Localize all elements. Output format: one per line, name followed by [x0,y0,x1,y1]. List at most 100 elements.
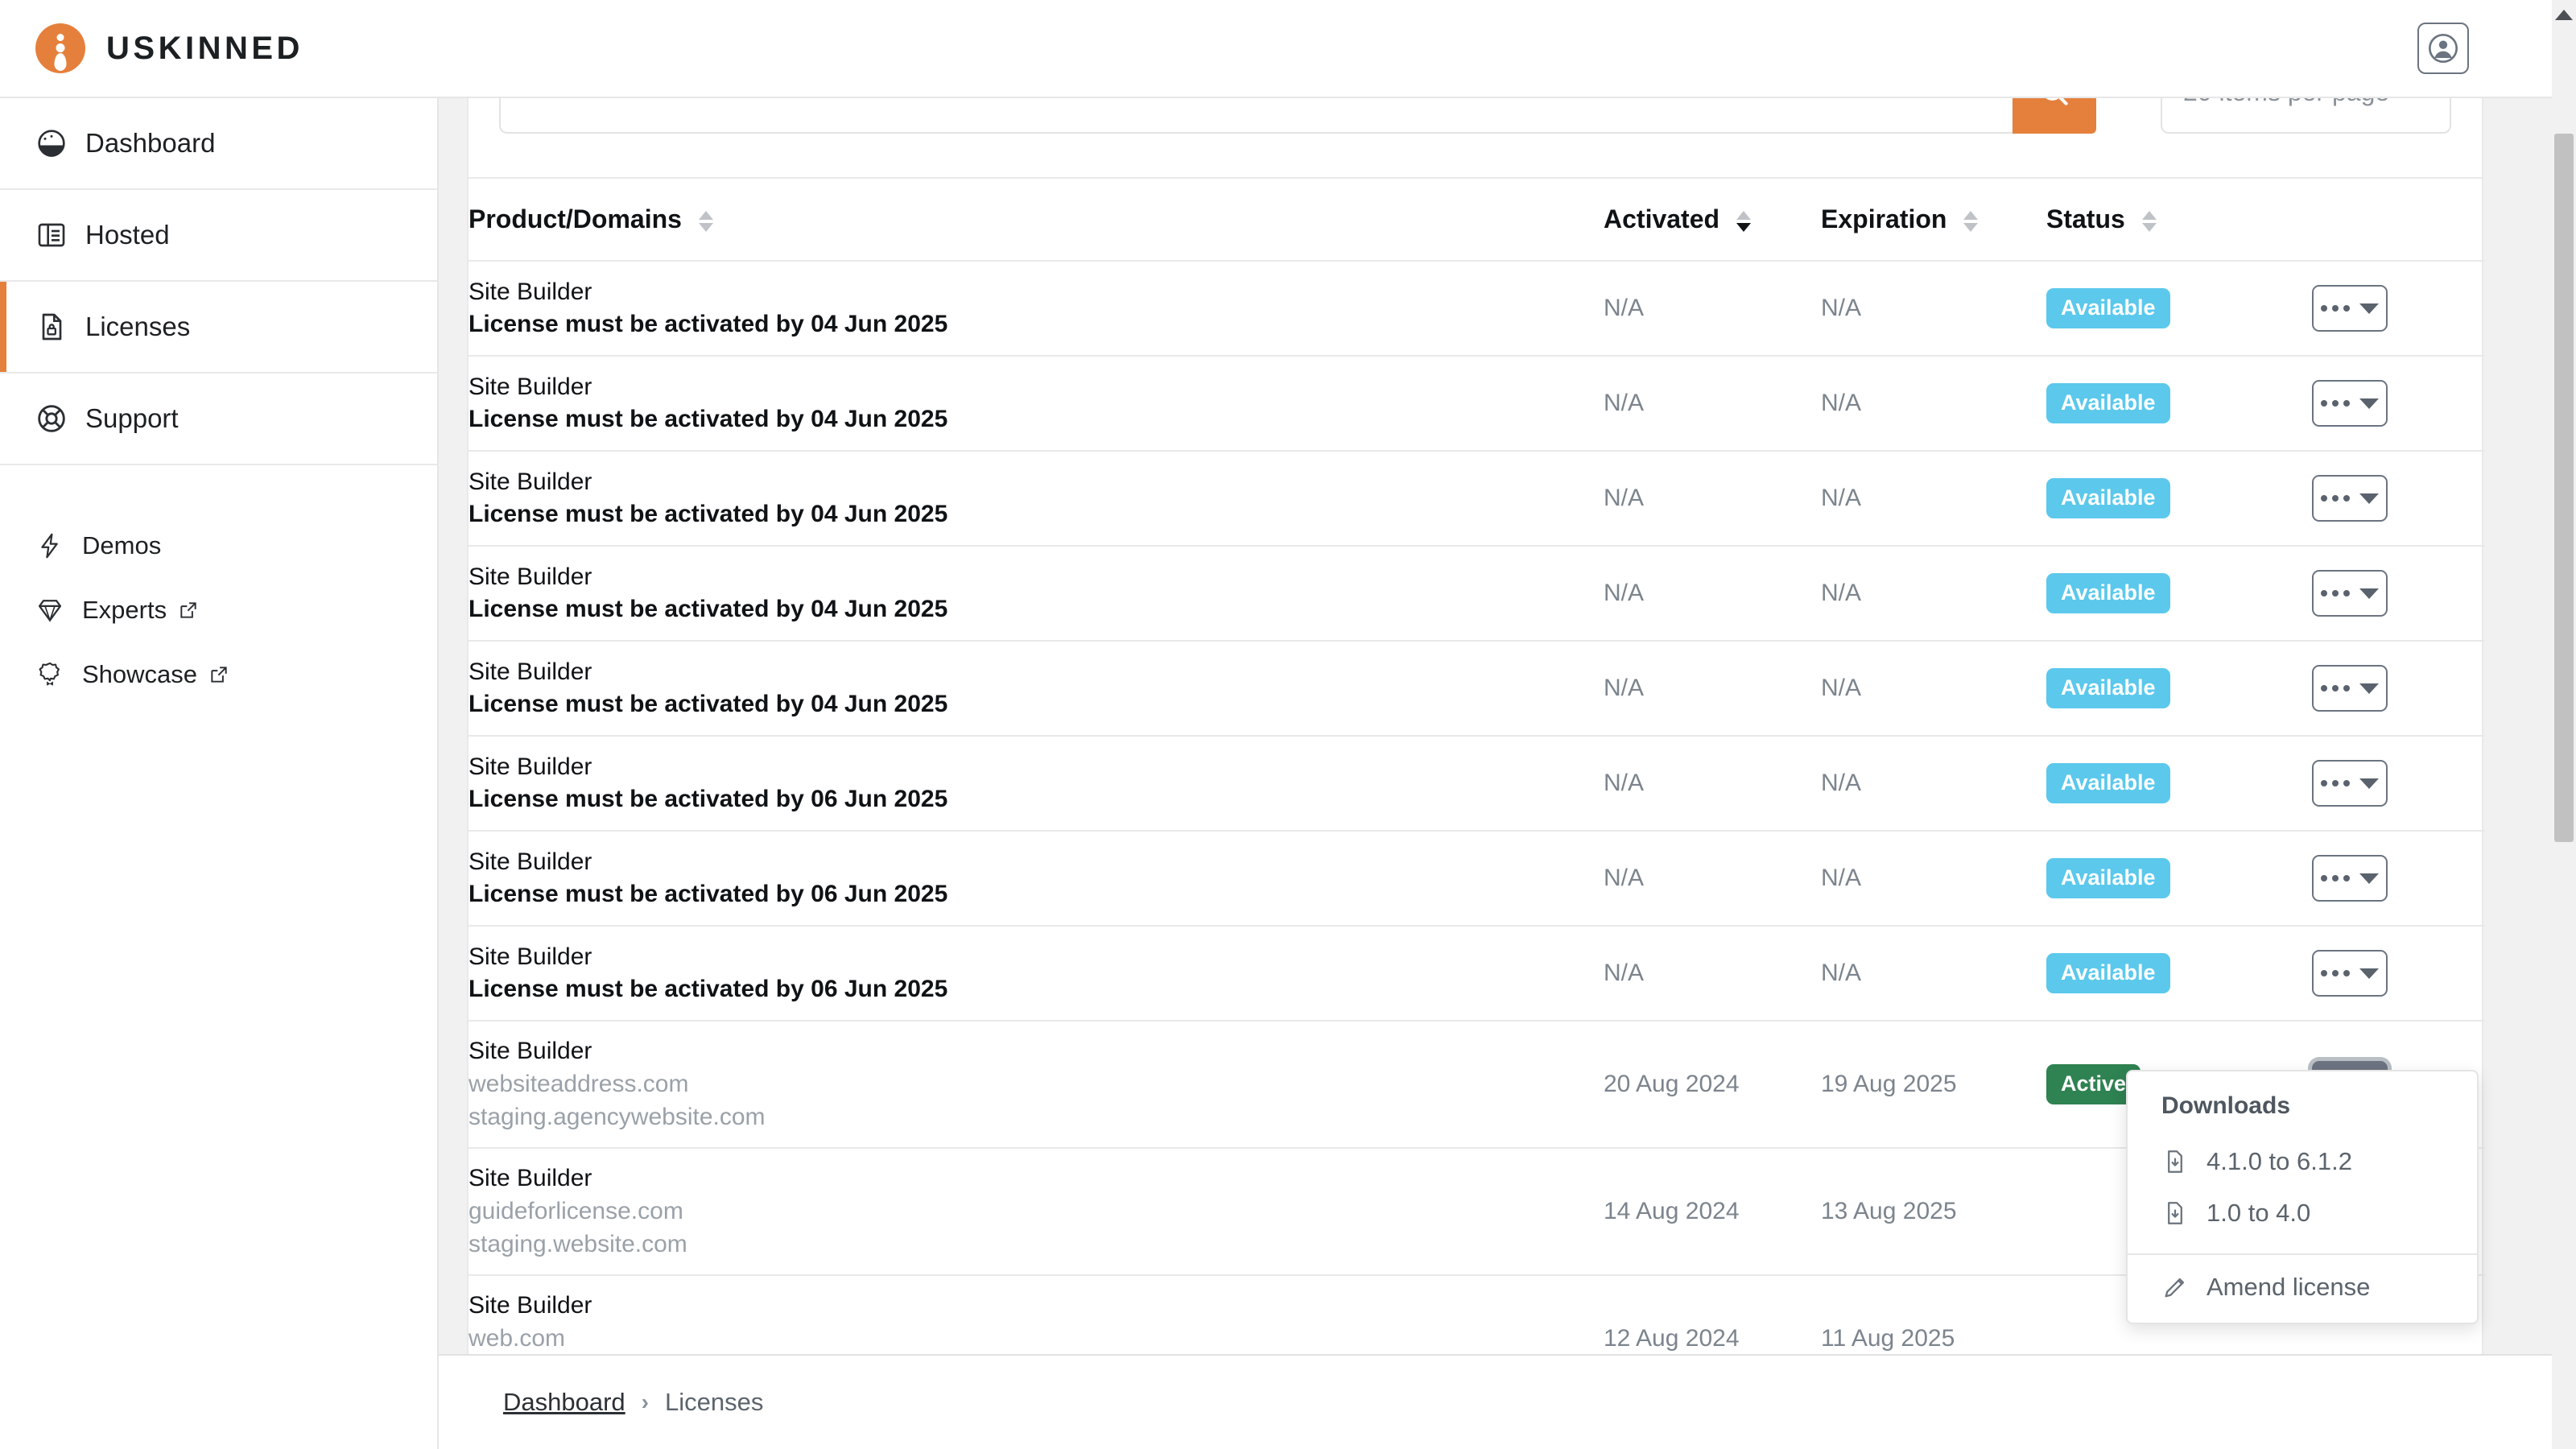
chevron-down-icon [2359,398,2379,409]
breadcrumb-separator-icon: › [642,1389,649,1415]
table-header-row: Product/Domains Activated Expiration Sta… [469,179,2485,261]
table-row[interactable]: Site Builder websiteaddress.com staging.… [469,1021,2485,1148]
sidebar-item-label: Support [85,403,179,434]
product-name: Site Builder [469,656,1604,688]
cell-activated: N/A [1604,451,1821,546]
cell-product: Site Builder License must be activated b… [469,641,1604,736]
sort-arrows-icon[interactable] [699,211,713,232]
cell-product: Site Builder License must be activated b… [469,831,1604,926]
brand-logo[interactable]: USKINNED [35,23,303,73]
sidebar-item-label: Hosted [85,220,170,250]
cell-actions [2312,736,2485,831]
speedometer-icon [35,127,68,159]
document-lock-icon [35,311,68,343]
status-badge: Available [2046,573,2170,613]
lightning-bolt-icon [35,531,64,560]
row-actions-button[interactable] [2312,285,2388,332]
status-badge: Available [2046,953,2170,993]
cell-status: Available [2046,451,2312,546]
page-scrollbar[interactable] [2552,0,2576,1449]
sidebar-item-dashboard[interactable]: Dashboard [0,98,437,190]
sidebar-item-experts[interactable]: Experts [0,578,437,642]
cell-activated: N/A [1604,356,1821,451]
sidebar-secondary-nav: Demos Experts Showcase [0,465,437,707]
external-link-icon [178,600,199,621]
menu-item-label: 4.1.0 to 6.1.2 [2207,1147,2352,1176]
column-label: Status [2046,204,2125,233]
cell-activated: 20 Aug 2024 [1604,1021,1821,1148]
row-actions-button[interactable] [2312,760,2388,807]
cell-product: Site Builder License must be activated b… [469,451,1604,546]
row-actions-button[interactable] [2312,950,2388,997]
row-actions-button[interactable] [2312,475,2388,522]
cell-product: Site Builder License must be activated b… [469,261,1604,356]
row-actions-button[interactable] [2312,380,2388,427]
activation-note: License must be activated by 04 Jun 2025 [469,403,1604,436]
column-header-product-domains[interactable]: Product/Domains [469,179,1604,261]
table-row[interactable]: Site Builder License must be activated b… [469,926,2485,1021]
domain-name: staging.agencywebsite.com [469,1100,1604,1133]
row-actions-button[interactable] [2312,665,2388,712]
scrollbar-thumb[interactable] [2554,134,2574,842]
sort-arrows-icon[interactable] [1736,211,1751,232]
table-row[interactable]: Site Builder License must be activated b… [469,736,2485,831]
file-download-icon [2161,1148,2189,1175]
product-name: Site Builder [469,846,1604,878]
sort-arrows-icon[interactable] [2142,211,2157,232]
chevron-down-icon [2359,873,2379,884]
sidebar-item-hosted[interactable]: Hosted [0,190,437,282]
column-label: Product/Domains [469,204,682,233]
cell-activated: N/A [1604,546,1821,641]
menu-item-label: 1.0 to 4.0 [2207,1199,2310,1228]
sidebar-item-showcase[interactable]: Showcase [0,642,437,707]
table-row[interactable]: Site Builder License must be activated b… [469,451,2485,546]
cell-product: Site Builder guideforlicense.com staging… [469,1148,1604,1275]
sidebar-item-label: Licenses [85,312,190,342]
file-download-icon [2161,1199,2189,1227]
sort-arrows-icon[interactable] [1963,211,1978,232]
activation-note: License must be activated by 04 Jun 2025 [469,593,1604,625]
menu-item-download-1-0-to-4-0[interactable]: 1.0 to 4.0 [2128,1187,2477,1239]
column-header-expiration[interactable]: Expiration [1821,179,2046,261]
cell-status: Available [2046,261,2312,356]
activation-note: License must be activated by 04 Jun 2025 [469,308,1604,341]
licenses-card: 20 items per page Product/Domains Activa… [467,98,2483,1405]
cell-expiration: N/A [1821,736,2046,831]
diamond-icon [35,596,64,625]
sidebar-item-support[interactable]: Support [0,374,437,465]
menu-item-download-4-1-0-to-6-1-2[interactable]: 4.1.0 to 6.1.2 [2128,1136,2477,1187]
product-name: Site Builder [469,1035,1604,1067]
sidebar-item-licenses[interactable]: Licenses [0,282,437,374]
table-row[interactable]: Site Builder License must be activated b… [469,261,2485,356]
status-badge: Available [2046,668,2170,708]
row-actions-button[interactable] [2312,570,2388,617]
ellipsis-icon [2321,590,2350,597]
cell-activated: N/A [1604,261,1821,356]
brand-name: USKINNED [106,31,303,67]
breadcrumb-link-dashboard[interactable]: Dashboard [503,1388,625,1417]
sidebar-item-label: Dashboard [85,128,215,159]
chevron-down-icon [2359,683,2379,694]
sidebar-item-demos[interactable]: Demos [0,514,437,578]
cell-expiration: 13 Aug 2025 [1821,1148,2046,1275]
column-header-activated[interactable]: Activated [1604,179,1821,261]
table-row[interactable]: Site Builder License must be activated b… [469,546,2485,641]
domain-name: guideforlicense.com [469,1195,1604,1228]
table-row[interactable]: Site Builder License must be activated b… [469,641,2485,736]
product-name: Site Builder [469,561,1604,593]
table-row[interactable]: Site Builder License must be activated b… [469,831,2485,926]
cell-product: Site Builder License must be activated b… [469,926,1604,1021]
menu-item-amend-license[interactable]: Amend license [2128,1255,2477,1323]
lifebuoy-icon [35,402,68,435]
table-row[interactable]: Site Builder License must be activated b… [469,356,2485,451]
sidebar-item-label: Experts [82,596,167,625]
column-header-status[interactable]: Status [2046,179,2312,261]
row-actions-menu: Downloads 4.1.0 to 6.1.2 [2126,1070,2479,1324]
scroll-up-arrow-icon[interactable] [2555,10,2573,20]
ellipsis-icon [2321,495,2350,502]
activation-note: License must be activated by 06 Jun 2025 [469,973,1604,1005]
ellipsis-icon [2321,780,2350,786]
account-button[interactable] [2417,23,2469,74]
row-actions-button[interactable] [2312,855,2388,902]
chevron-down-icon [2359,493,2379,504]
